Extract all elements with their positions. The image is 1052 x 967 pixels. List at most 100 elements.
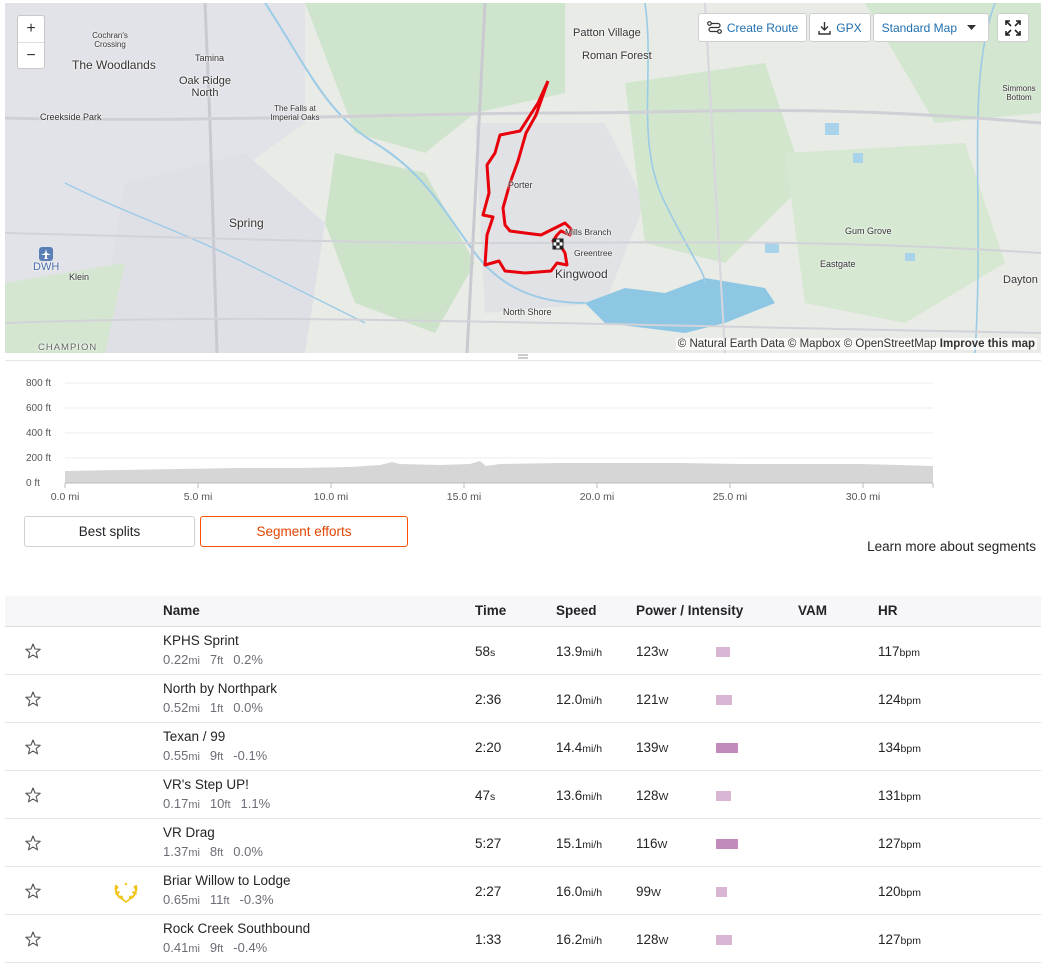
map-label: Cochran's Crossing [92, 31, 128, 49]
hr-unit: bpm [900, 887, 921, 899]
star-icon[interactable] [25, 787, 41, 803]
intensity-bar [716, 647, 730, 657]
map-label: Kingwood [555, 267, 608, 281]
elevation-chart[interactable]: 800 ft 600 ft 400 ft 200 ft 0 ft 0.0 mi … [20, 375, 940, 505]
intensity-bar [716, 935, 732, 945]
airport-icon [39, 247, 53, 261]
segment-stats: 0.41mi 9ft -0.4% [163, 940, 267, 955]
learn-more-link[interactable]: Learn more about segments [867, 539, 1036, 554]
map-label: Tamina [195, 53, 225, 63]
effort-speed: 15.1mi/h [556, 836, 602, 851]
table-row[interactable]: VR's Step UP! 0.17mi 10ft 1.1% 47s 13.6mi/… [5, 771, 1041, 819]
time-value: 2:36 [475, 692, 502, 707]
expand-icon [1005, 19, 1021, 36]
power-unit: W [658, 935, 669, 947]
effort-hr: 127bpm [878, 932, 921, 947]
elevation-unit: ft [217, 655, 224, 667]
hr-unit: bpm [899, 647, 920, 659]
segment-name-link[interactable]: VR Drag [163, 825, 215, 840]
star-icon[interactable] [25, 835, 41, 851]
intensity-bar [716, 695, 732, 705]
header-vam[interactable]: VAM [798, 603, 827, 618]
star-icon[interactable] [25, 931, 41, 947]
attribution-natural-earth[interactable]: © Natural Earth Data [678, 338, 785, 350]
power-unit: W [658, 791, 669, 803]
effort-time: 2:27 [475, 884, 501, 899]
effort-speed: 13.6mi/h [556, 788, 602, 803]
fullscreen-button[interactable] [997, 13, 1029, 42]
segment-distance: 1.37 [163, 844, 189, 859]
segment-name-link[interactable]: North by Northpark [163, 681, 277, 696]
intensity-bar [716, 743, 738, 753]
star-icon[interactable] [25, 691, 41, 707]
table-row[interactable]: VR Drag 1.37mi 8ft 0.0% 5:27 15.1mi/h 116W… [5, 819, 1041, 867]
x-tick-label: 15.0 mi [446, 491, 482, 503]
segment-name-link[interactable]: Rock Creek Southbound [163, 921, 310, 936]
time-value: 2:27 [475, 884, 502, 899]
speed-value: 14.4 [556, 740, 583, 755]
segment-name-link[interactable]: Texan / 99 [163, 729, 225, 744]
header-time[interactable]: Time [475, 603, 506, 618]
time-value: 5:27 [475, 836, 502, 851]
effort-time: 58s [475, 644, 495, 659]
effort-time: 1:33 [475, 932, 501, 947]
table-row[interactable]: Texan / 99 0.55mi 9ft -0.1% 2:20 14.4mi/h … [5, 723, 1041, 771]
segment-distance: 0.52 [163, 700, 189, 715]
table-row[interactable]: KPHS Sprint 0.22mi 7ft 0.2% 58s 13.9mi/h 1… [5, 627, 1041, 675]
segment-efforts-table: Name Time Speed Power / Intensity VAM HR… [5, 596, 1041, 963]
speed-unit: mi/h [582, 695, 603, 707]
zoom-out-button[interactable]: − [18, 42, 44, 68]
header-name[interactable]: Name [163, 603, 200, 618]
hr-value: 124 [878, 692, 901, 707]
download-icon [818, 21, 831, 35]
header-hr[interactable]: HR [878, 603, 898, 618]
segment-elevation: 10 [209, 796, 225, 811]
map-label: DWH [33, 261, 60, 273]
tab-segment-efforts[interactable]: Segment efforts [200, 516, 408, 547]
speed-unit: mi/h [582, 935, 603, 947]
table-row[interactable]: Briar Willow to Lodge 0.65mi 11ft -0.3% 2:… [5, 867, 1041, 915]
intensity-bar [716, 887, 727, 897]
x-tick-label: 20.0 mi [579, 491, 615, 503]
attribution-mapbox[interactable]: © Mapbox [788, 338, 841, 350]
route-map[interactable]: + − The Woodlands Cochran's Crossing Tam… [5, 3, 1041, 353]
route-icon [706, 21, 722, 34]
effort-speed: 16.2mi/h [556, 932, 602, 947]
segment-distance: 0.22 [163, 652, 189, 667]
segment-stats: 0.55mi 9ft -0.1% [163, 748, 267, 763]
elevation-plot [64, 382, 934, 488]
gpx-download-button[interactable]: GPX [809, 13, 871, 42]
tab-best-splits[interactable]: Best splits [24, 516, 195, 547]
star-icon[interactable] [25, 643, 41, 659]
speed-value: 12.0 [556, 692, 583, 707]
segment-grade: 0.0% [233, 700, 263, 715]
segment-name-link[interactable]: VR's Step UP! [163, 777, 249, 792]
resize-handle-icon[interactable] [518, 354, 528, 359]
distance-unit: mi [188, 895, 200, 907]
power-unit: W [651, 887, 661, 899]
time-unit: s [490, 647, 496, 659]
segment-distance: 0.17 [163, 796, 189, 811]
map-label: Klein [69, 272, 90, 282]
segment-name-link[interactable]: Briar Willow to Lodge [163, 873, 291, 888]
create-route-button[interactable]: Create Route [697, 13, 808, 42]
table-row[interactable]: North by Northpark 0.52mi 1ft 0.0% 2:36 12… [5, 675, 1041, 723]
zoom-in-button[interactable]: + [18, 16, 44, 42]
star-icon[interactable] [25, 883, 41, 899]
effort-power: 116W [636, 836, 667, 851]
header-power[interactable]: Power / Intensity [636, 603, 743, 618]
table-row[interactable]: Rock Creek Southbound 0.41mi 9ft -0.4% 1:3… [5, 915, 1041, 963]
star-icon[interactable] [25, 739, 41, 755]
segment-name-link[interactable]: KPHS Sprint [163, 633, 239, 648]
zoom-control: + − [17, 15, 45, 69]
map-style-dropdown[interactable]: Standard Map [872, 13, 989, 42]
improve-map-link[interactable]: Improve this map [940, 338, 1035, 350]
hr-unit: bpm [900, 791, 921, 803]
distance-unit: mi [188, 943, 200, 955]
power-value: 139 [636, 740, 659, 755]
attribution-osm[interactable]: © OpenStreetMap [844, 338, 937, 350]
header-speed[interactable]: Speed [556, 603, 597, 618]
effort-power: 128W [636, 788, 668, 803]
map-label: Gum Grove [845, 226, 892, 236]
effort-time: 2:20 [475, 740, 501, 755]
